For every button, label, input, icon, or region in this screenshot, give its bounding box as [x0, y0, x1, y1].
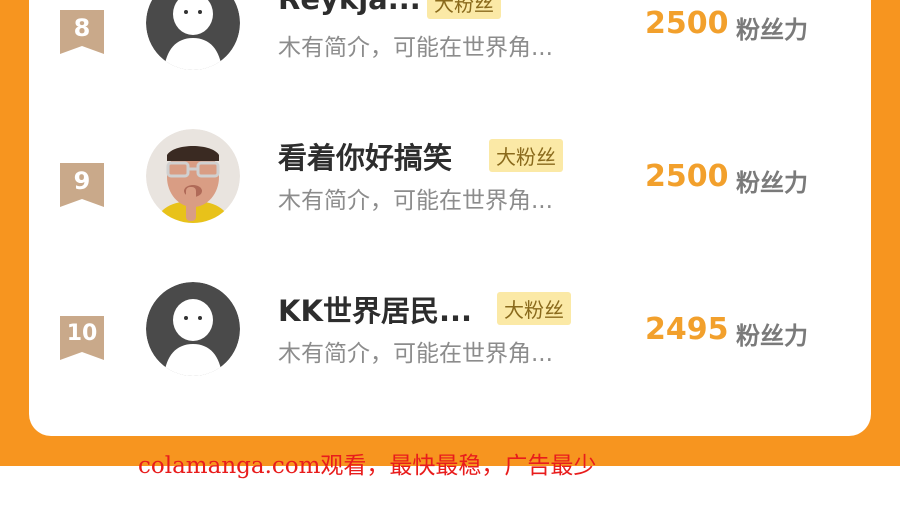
- user-intro: 木有简介，可能在世界角...: [278, 341, 553, 367]
- rank-number: 9: [73, 167, 91, 195]
- rank-badge: 9: [60, 163, 104, 207]
- fan-ranking-card: 8 Reykja... 大粉丝 木有简介，可能在世界角... 2500 粉丝力 …: [29, 0, 871, 436]
- user-avatar[interactable]: [146, 0, 240, 70]
- rank-number: 10: [66, 321, 98, 346]
- site-watermark: colamanga.com观看，最快最稳，广告最少: [138, 453, 597, 479]
- rank-badge: 10: [60, 316, 104, 360]
- user-avatar[interactable]: [146, 282, 240, 376]
- default-avatar-icon: [146, 282, 240, 376]
- user-name[interactable]: Reykja...: [278, 0, 421, 16]
- user-avatar[interactable]: [146, 129, 240, 223]
- user-name[interactable]: 看着你好搞笑: [278, 135, 452, 177]
- fan-level-tag: 大粉丝: [489, 139, 563, 172]
- photo-avatar: [146, 129, 240, 223]
- user-intro: 木有简介，可能在世界角...: [278, 35, 553, 61]
- rank-number: 8: [73, 14, 91, 42]
- ranking-row[interactable]: 8 Reykja... 大粉丝 木有简介，可能在世界角... 2500 粉丝力: [29, 0, 871, 83]
- fan-power-unit: 粉丝力: [736, 169, 808, 197]
- fan-power-score: 2500: [645, 6, 729, 41]
- user-intro: 木有简介，可能在世界角...: [278, 188, 553, 214]
- default-avatar-icon: [146, 0, 240, 70]
- ranking-row[interactable]: 10 KK世界居民... 大粉丝 木有简介，可能在世界角... 2495 粉丝力: [29, 269, 871, 389]
- fan-level-tag: 大粉丝: [497, 292, 571, 325]
- fan-power-score: 2495: [645, 312, 729, 347]
- fan-power-unit: 粉丝力: [736, 16, 808, 44]
- fan-power-score: 2500: [645, 159, 729, 194]
- ranking-row[interactable]: 9 看着你好搞笑 大粉丝 木有简介，可能在世界角... 2500 粉丝力: [29, 116, 871, 236]
- fan-power-unit: 粉丝力: [736, 322, 808, 350]
- fan-level-tag: 大粉丝: [427, 0, 501, 19]
- user-name[interactable]: KK世界居民...: [278, 288, 472, 330]
- rank-badge: 8: [60, 10, 104, 54]
